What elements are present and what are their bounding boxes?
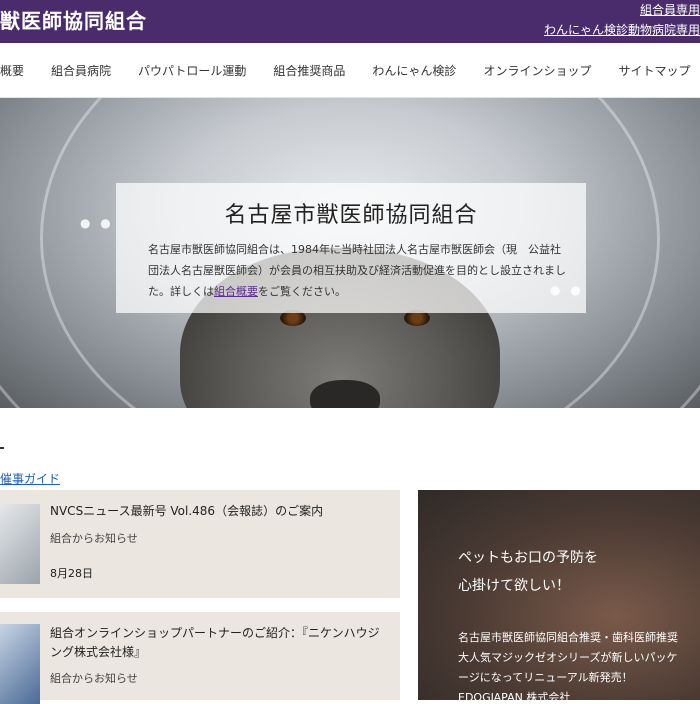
promo-banner[interactable]: ペットもお口の予防を 心掛けて欲しい！ 名古屋市獣医師協同組合推奨・歯科医師推奨… [418, 490, 700, 700]
about-link[interactable]: 組合概要 [214, 285, 258, 298]
news-title[interactable]: 組合オンラインショップパートナーのご紹介：『ニケンハウジング株式会社様』 [50, 624, 390, 662]
section-divider [0, 447, 4, 449]
hero-text-before: 名古屋市獣医師協同組合は、1984年に当時社団法人名古屋市獣医師会（現 公益社団… [148, 243, 566, 298]
site-title[interactable]: 獣医師協同組合 [0, 5, 147, 34]
promo-headline-line: 心掛けて欲しい！ [458, 578, 570, 594]
news-category[interactable]: 組合からお知らせ [50, 530, 138, 546]
nav-item-checkup[interactable]: わんにゃん検診 [372, 62, 483, 79]
hero-description: 名古屋市獣医師協同組合は、1984年に当時社団法人名古屋市獣医師会（現 公益社団… [148, 239, 566, 302]
hero-title: 名古屋市獣医師協同組合 [224, 203, 478, 228]
nav-item-overview[interactable]: 概要 [0, 62, 51, 79]
news-card[interactable]: NVCSニュース最新号 Vol.486（会報誌）のご案内 組合からお知らせ 8月… [0, 490, 400, 598]
main-nav: 概要 組合員病院 パウパトロール運動 組合推奨商品 わんにゃん検診 オンラインシ… [0, 43, 700, 98]
promo-body-line: EDOGJAPAN 株式会社 [458, 691, 571, 700]
nav-item-sitemap[interactable]: サイトマップ [618, 62, 700, 79]
cone-holes-left: ● ● [80, 216, 114, 230]
promo-body-line: 大人気マジックゼオシリーズが新しいパッケ [458, 651, 678, 664]
hero-banner: ● ● ● ● 名古屋市獣医師協同組合 名古屋市獣医師協同組合は、1984年に当… [0, 98, 700, 408]
nav-item-member-hospitals[interactable]: 組合員病院 [51, 62, 138, 79]
news-card[interactable]: 組合オンラインショップパートナーのご紹介：『ニケンハウジング株式会社様』 組合か… [0, 612, 400, 704]
event-guide-link[interactable]: 催事ガイド [0, 470, 60, 487]
news-title[interactable]: NVCSニュース最新号 Vol.486（会報誌）のご案内 [50, 502, 390, 521]
member-only-link[interactable]: 組合員専用 [544, 0, 700, 20]
site-header: 獣医師協同組合 組合員専用 わんにゃん検診動物病院専用 [0, 0, 700, 43]
hero-text-after: をご覧ください。 [258, 285, 346, 298]
news-thumbnail [0, 504, 40, 584]
checkup-clinic-link[interactable]: わんにゃん検診動物病院専用 [544, 20, 700, 40]
news-category[interactable]: 組合からお知らせ [50, 670, 138, 686]
promo-headline: ペットもお口の予防を 心掛けて欲しい！ [458, 544, 598, 600]
promo-headline-line: ペットもお口の予防を [458, 550, 598, 566]
nav-item-paw-patrol[interactable]: パウパトロール運動 [138, 62, 273, 79]
hero-intro-box: 名古屋市獣医師協同組合 名古屋市獣医師協同組合は、1984年に当時社団法人名古屋… [116, 183, 586, 313]
promo-body: 名古屋市獣医師協同組合推奨・歯科医師推奨 大人気マジックゼオシリーズが新しいパッ… [458, 628, 678, 700]
header-links: 組合員専用 わんにゃん検診動物病院専用 [544, 0, 700, 40]
promo-body-line: ージになってリニューアル新発売！ [458, 671, 633, 684]
promo-body-line: 名古屋市獣医師協同組合推奨・歯科医師推奨 [458, 631, 678, 644]
dog-nose [310, 380, 380, 408]
news-thumbnail [0, 624, 40, 704]
nav-item-recommended-products[interactable]: 組合推奨商品 [273, 62, 372, 79]
news-date: 8月28日 [50, 567, 93, 580]
nav-item-online-shop[interactable]: オンラインショップ [483, 62, 618, 79]
